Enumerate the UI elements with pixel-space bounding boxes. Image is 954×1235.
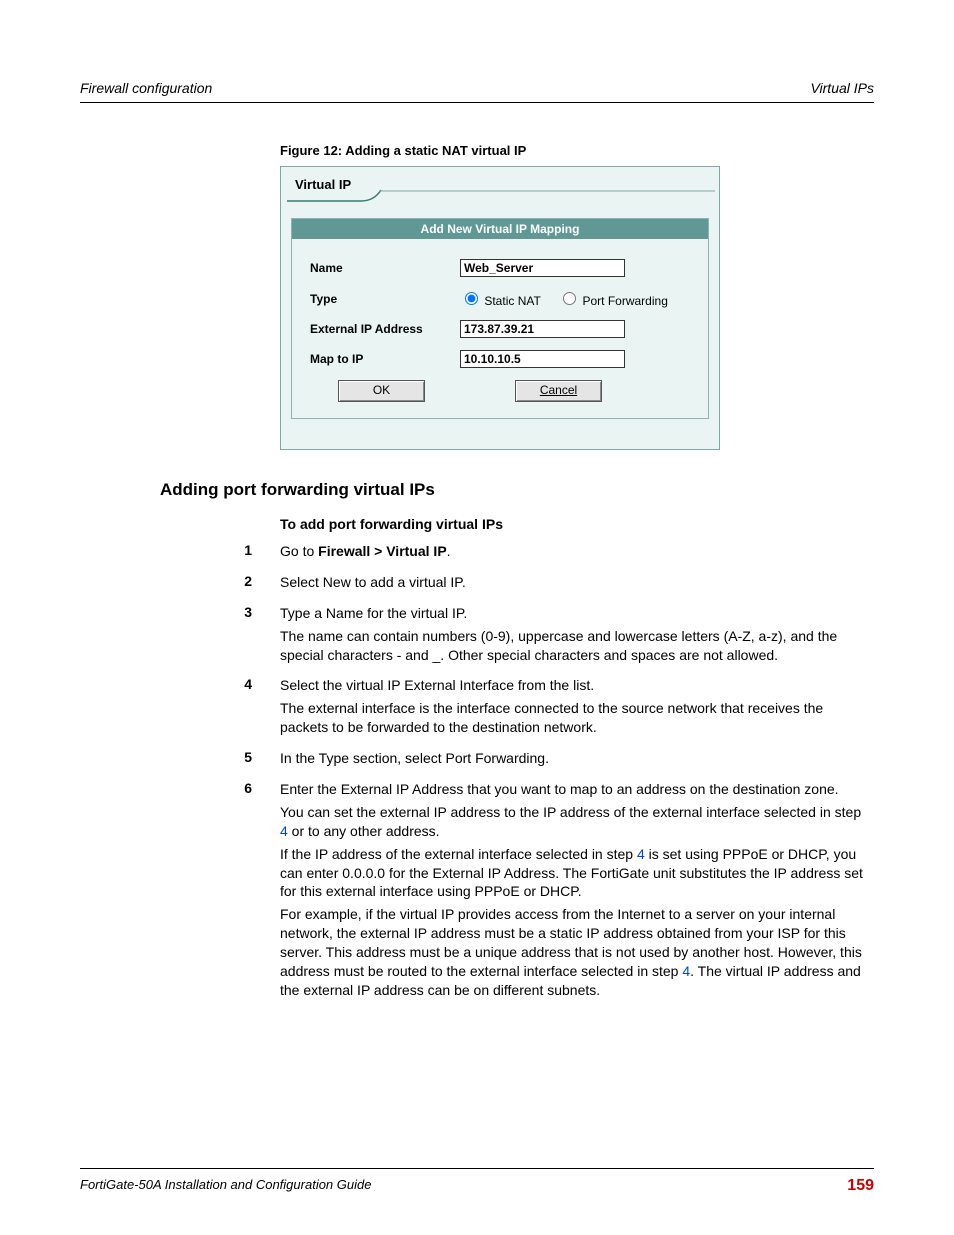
- external-ip-input[interactable]: [460, 320, 625, 338]
- header-right: Virtual IPs: [810, 80, 874, 96]
- figure-box: Virtual IP Add New Virtual IP Mapping Na…: [280, 166, 720, 450]
- step-text: The name can contain numbers (0-9), uppe…: [280, 627, 864, 665]
- step-link-4[interactable]: 4: [682, 963, 690, 979]
- figure-container: Virtual IP Add New Virtual IP Mapping Na…: [280, 166, 720, 450]
- label-name: Name: [310, 261, 460, 275]
- figure-caption: Figure 12: Adding a static NAT virtual I…: [280, 143, 874, 158]
- step-text: Select New to add a virtual IP.: [280, 573, 864, 592]
- radio-port-fwd-input[interactable]: [563, 292, 576, 305]
- label-external-ip: External IP Address: [310, 322, 460, 336]
- step-link-4[interactable]: 4: [637, 846, 645, 862]
- step-text: You can set the external IP address to t…: [280, 804, 861, 820]
- nav-path: Firewall > Virtual IP: [318, 543, 447, 559]
- radio-port-forwarding[interactable]: Port Forwarding: [558, 294, 668, 308]
- radio-static-nat-input[interactable]: [465, 292, 478, 305]
- cancel-button[interactable]: Cancel: [515, 380, 602, 402]
- footer-title: FortiGate-50A Installation and Configura…: [80, 1177, 371, 1195]
- step-text: Select the virtual IP External Interface…: [280, 676, 864, 695]
- step-number: 3: [80, 604, 280, 669]
- virtual-ip-form: Add New Virtual IP Mapping Name Type Sta…: [291, 218, 709, 419]
- step-text: Type a Name for the virtual IP.: [280, 604, 864, 623]
- step-text: Enter the External IP Address that you w…: [280, 780, 864, 799]
- step-text: If the IP address of the external interf…: [280, 846, 637, 862]
- step-number: 5: [80, 749, 280, 772]
- page-number: 159: [847, 1177, 874, 1195]
- step-4: 4 Select the virtual IP External Interfa…: [80, 676, 874, 741]
- map-to-ip-input[interactable]: [460, 350, 625, 368]
- step-6: 6 Enter the External IP Address that you…: [80, 780, 874, 1004]
- step-text: or to any other address.: [288, 823, 440, 839]
- step-text: .: [447, 543, 451, 559]
- step-number: 1: [80, 542, 280, 565]
- radio-static-nat-label: Static NAT: [484, 294, 540, 308]
- step-text: Go to: [280, 543, 318, 559]
- label-type: Type: [310, 292, 460, 306]
- radio-static-nat[interactable]: Static NAT: [460, 294, 541, 308]
- tab-virtual-ip[interactable]: Virtual IP: [289, 173, 357, 196]
- step-text: In the Type section, select Port Forward…: [280, 749, 864, 768]
- step-number: 2: [80, 573, 280, 596]
- step-2: 2 Select New to add a virtual IP.: [80, 573, 874, 596]
- radio-port-fwd-label: Port Forwarding: [583, 294, 668, 308]
- procedure-heading: To add port forwarding virtual IPs: [280, 516, 874, 532]
- step-link-4[interactable]: 4: [280, 823, 288, 839]
- step-number: 6: [80, 780, 280, 1004]
- name-input[interactable]: [460, 259, 625, 277]
- section-heading: Adding port forwarding virtual IPs: [160, 480, 874, 500]
- step-3: 3 Type a Name for the virtual IP. The na…: [80, 604, 874, 669]
- ok-button[interactable]: OK: [338, 380, 425, 402]
- header-left: Firewall configuration: [80, 80, 212, 96]
- step-1: 1 Go to Firewall > Virtual IP.: [80, 542, 874, 565]
- page-header: Firewall configuration Virtual IPs: [80, 80, 874, 103]
- step-number: 4: [80, 676, 280, 741]
- page-footer: FortiGate-50A Installation and Configura…: [80, 1168, 874, 1195]
- form-header: Add New Virtual IP Mapping: [292, 219, 708, 239]
- label-map-to-ip: Map to IP: [310, 352, 460, 366]
- step-5: 5 In the Type section, select Port Forwa…: [80, 749, 874, 772]
- step-text: The external interface is the interface …: [280, 699, 864, 737]
